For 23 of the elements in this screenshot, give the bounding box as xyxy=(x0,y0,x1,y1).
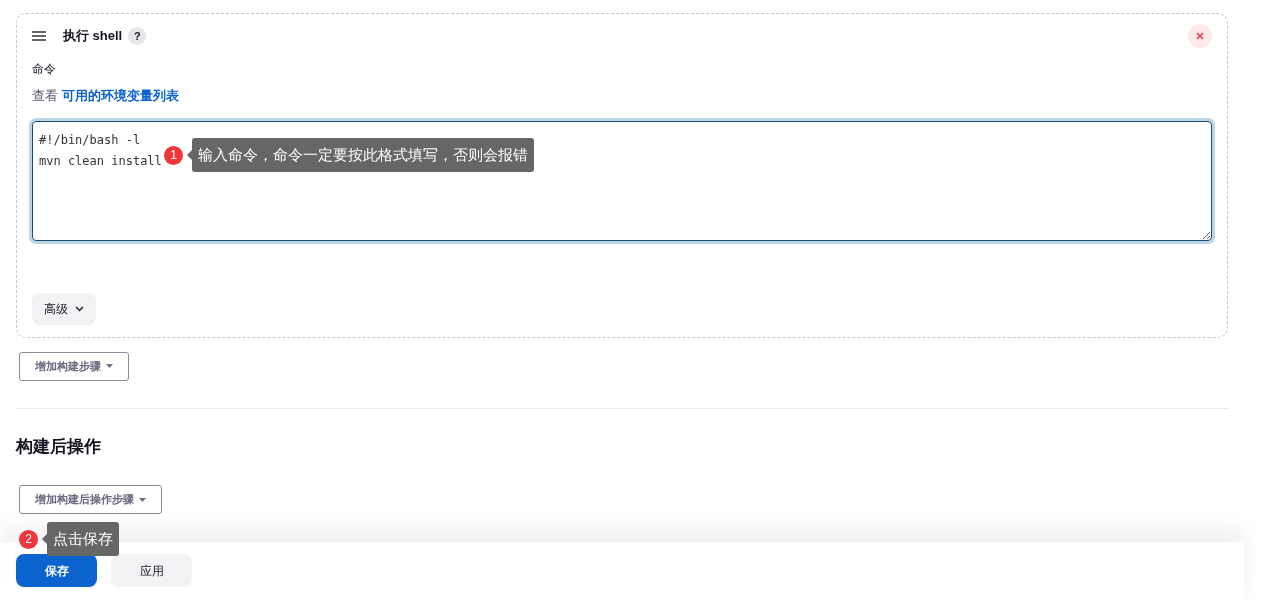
tooltip-pointer-icon xyxy=(42,534,47,544)
field-label: 命令 xyxy=(32,61,57,78)
annotation-tooltip: 输入命令，命令一定要按此格式填写，否则会报错 xyxy=(192,138,534,172)
apply-button[interactable]: 应用 xyxy=(111,554,192,587)
close-button[interactable] xyxy=(1188,24,1212,48)
add-step-button[interactable]: 增加构建步骤 xyxy=(19,351,129,381)
save-button[interactable]: 保存 xyxy=(16,554,97,587)
chevron-down-icon xyxy=(75,305,84,312)
advanced-button[interactable]: 高级 xyxy=(32,292,96,325)
section-title: 构建后操作 xyxy=(16,435,102,458)
caret-icon xyxy=(139,497,146,502)
close-icon xyxy=(1196,32,1204,40)
step-number-badge: 1 xyxy=(164,145,183,165)
annotation-tooltip: 点击保存 xyxy=(47,522,119,556)
step-title: 执行 shell xyxy=(63,27,123,46)
step-number-badge: 2 xyxy=(19,529,38,549)
env-vars-link[interactable]: 可用的环境变量列表 xyxy=(62,86,179,106)
add-step-button[interactable]: 增加构建后操作步骤 xyxy=(19,485,162,514)
tooltip-pointer-icon xyxy=(187,150,192,160)
help-button[interactable]: ? xyxy=(128,27,147,45)
hint-text: 查看 xyxy=(32,87,58,105)
drag-handle-icon[interactable] xyxy=(32,31,46,41)
caret-icon xyxy=(106,364,113,368)
